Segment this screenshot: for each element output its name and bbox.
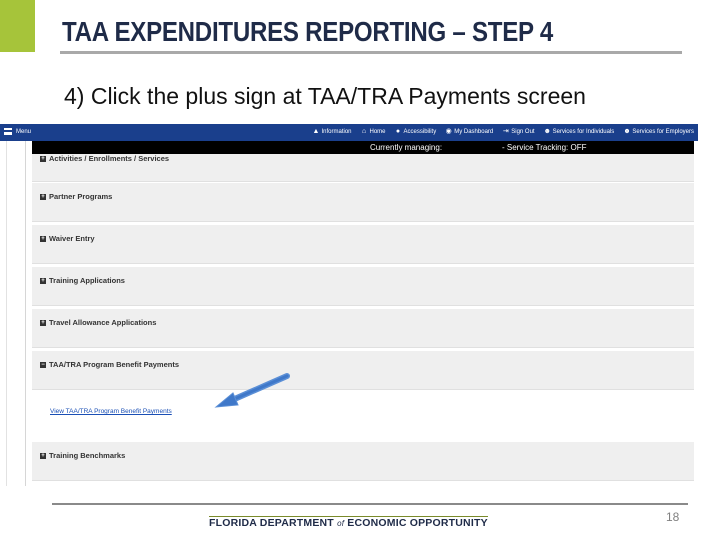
deo-logo: FLORIDA DEPARTMENT of ECONOMIC OPPORTUNI… [209, 516, 488, 529]
blue-arrow-icon [214, 373, 290, 408]
logo-text-part1: FLORIDA DEPARTMENT [209, 517, 334, 529]
logo-text-of: of [337, 519, 345, 528]
pointer-arrow-overlay [214, 373, 290, 408]
logo-text-part2: ECONOMIC OPPORTUNITY [347, 517, 488, 529]
footer-divider [52, 503, 688, 505]
page-number: 18 [666, 510, 680, 524]
